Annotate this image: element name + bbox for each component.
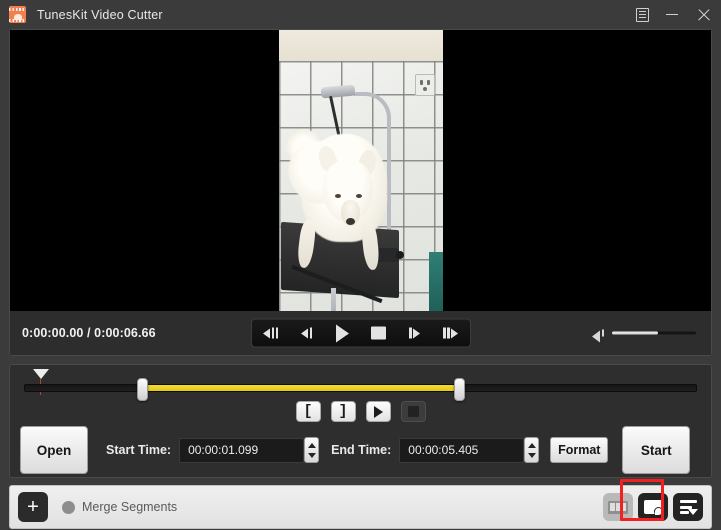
folder-clock-icon [644, 500, 663, 516]
segment-tools: [ ] [10, 401, 711, 422]
list-dropdown-icon [679, 500, 698, 515]
player-panel: 0:00:00.00 / 0:00:06.66 [9, 29, 712, 356]
volume-slider[interactable] [611, 330, 697, 336]
transport-controls [250, 318, 471, 348]
video-frame-dog-on-grooming-table [278, 30, 443, 311]
title-bar: TunesKit Video Cutter [0, 0, 721, 29]
time-readout: 0:00:00.00 / 0:00:06.66 [22, 326, 156, 340]
step-back-button[interactable] [294, 322, 320, 345]
set-end-point-button[interactable]: ] [330, 401, 356, 422]
step-forward-group-button[interactable] [438, 322, 464, 345]
chevron-down-icon[interactable] [307, 452, 316, 458]
chevron-up-icon[interactable] [527, 442, 536, 448]
volume-control[interactable] [592, 327, 697, 342]
open-button[interactable]: Open [20, 426, 88, 474]
range-end-handle[interactable] [453, 378, 465, 401]
stop-preview-button[interactable] [400, 401, 426, 422]
play-button[interactable] [330, 322, 356, 345]
volume-slider-fill [612, 331, 659, 335]
end-time-input[interactable]: 00:00:05.405 [399, 437, 525, 463]
add-segment-button[interactable]: + [18, 492, 48, 522]
window-buttons [627, 0, 721, 29]
stop-button[interactable] [366, 322, 392, 345]
playhead-marker-icon[interactable] [32, 369, 49, 397]
end-time-stepper[interactable] [524, 437, 540, 463]
edit-panel: [ ] Open Start Time: 00:00:01.099 End Ti… [9, 364, 712, 478]
chevron-up-icon[interactable] [307, 442, 316, 448]
bottom-right-icons [603, 493, 703, 521]
open-output-folder-button[interactable] [638, 493, 668, 521]
stop-square-icon [407, 406, 419, 417]
end-time-label: End Time: [331, 443, 392, 457]
merge-segments-control[interactable]: Merge Segments [62, 500, 177, 514]
timeline-row [10, 365, 711, 401]
start-time-stepper[interactable] [304, 437, 320, 463]
start-time-label: Start Time: [106, 443, 172, 457]
minimize-icon[interactable] [657, 0, 687, 29]
speaker-icon[interactable] [592, 327, 605, 342]
filmstrip-icon [608, 500, 628, 514]
chevron-down-icon[interactable] [527, 452, 536, 458]
timeline-selection-range[interactable] [142, 385, 460, 391]
preview-segment-button[interactable] [365, 401, 391, 422]
merge-segments-checkbox[interactable] [62, 500, 75, 514]
merge-segments-label: Merge Segments [82, 500, 178, 514]
video-stage[interactable] [10, 30, 711, 311]
step-forward-button[interactable] [402, 322, 428, 345]
wall-outlet [414, 74, 435, 96]
task-list-button[interactable] [673, 493, 703, 521]
segment-list-bar: + Merge Segments [9, 485, 712, 529]
range-start-handle[interactable] [137, 378, 149, 401]
menu-list-icon[interactable] [627, 0, 657, 29]
start-button[interactable]: Start [622, 426, 691, 474]
tuneskit-video-cutter-window: TunesKit Video Cutter 0:00:00.00 / 0:00:… [0, 0, 721, 530]
format-button[interactable]: Format [550, 437, 609, 463]
close-icon[interactable] [687, 0, 721, 29]
step-back-group-button[interactable] [258, 322, 284, 345]
fields-row: Open Start Time: 00:00:01.099 End Time: … [10, 423, 711, 477]
app-filmstrip-icon [9, 6, 26, 23]
start-time-input[interactable]: 00:00:01.099 [179, 437, 305, 463]
window-title: TunesKit Video Cutter [37, 7, 163, 22]
player-control-bar: 0:00:00.00 / 0:00:06.66 [10, 311, 711, 355]
set-start-point-button[interactable]: [ [295, 401, 321, 422]
play-preview-icon [373, 405, 383, 418]
timeline-track[interactable] [24, 378, 697, 401]
frames-extract-button[interactable] [603, 493, 633, 521]
